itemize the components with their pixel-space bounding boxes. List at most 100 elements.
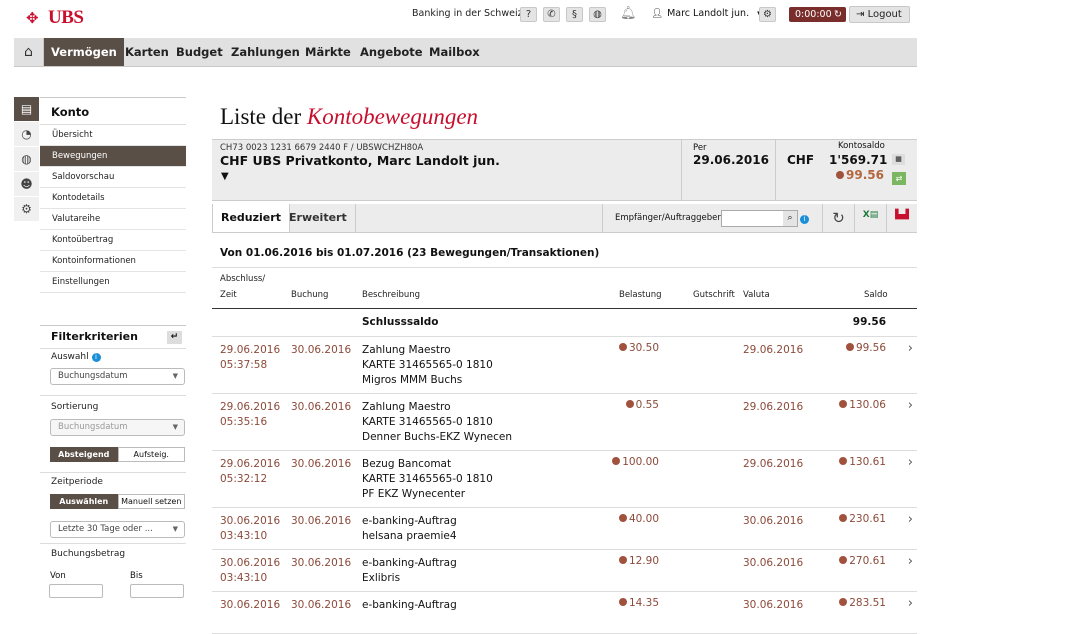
- row-time: 05:32:12: [220, 473, 268, 485]
- sidebar-item-uebersicht[interactable]: Übersicht: [40, 125, 186, 146]
- sidebar-item-saldovorschau[interactable]: Saldovorschau: [40, 167, 186, 188]
- period-manual-button[interactable]: Manuell setzen: [117, 494, 185, 509]
- sort-asc-button[interactable]: Aufsteig.: [117, 447, 185, 462]
- table-row[interactable]: 29.06.2016 05:37:58 30.06.2016 Zahlung Maes…: [212, 337, 917, 394]
- sidebar-item-kontoinformationen[interactable]: Kontoinformationen: [40, 251, 186, 272]
- user-menu[interactable]: 👤︎ Marc Landolt jun. ▼: [651, 8, 762, 19]
- table-row[interactable]: 30.06.2016 03:43:10 30.06.2016 e-banking-Au…: [212, 508, 917, 550]
- pending-icon: [618, 343, 627, 351]
- sidebar-item-einstellungen[interactable]: Einstellungen: [40, 272, 186, 293]
- closing-label: Schlusssaldo: [362, 316, 439, 328]
- logout-button[interactable]: ⇥ Logout: [849, 6, 910, 23]
- bis-input[interactable]: [130, 584, 184, 598]
- settings-icon[interactable]: ⚙: [14, 197, 39, 222]
- row-debit: 100.00: [612, 455, 659, 470]
- account-dropdown-icon[interactable]: ▼: [221, 171, 229, 182]
- table-row[interactable]: 29.06.2016 05:35:16 30.06.2016 Zahlung Maes…: [212, 394, 917, 451]
- chevron-right-icon[interactable]: ›: [908, 596, 913, 611]
- gear-icon[interactable]: ⚙: [759, 7, 776, 22]
- collapse-icon[interactable]: ↵: [167, 331, 182, 344]
- row-desc-line1: e-banking-Auftrag: [362, 557, 457, 569]
- sortierung-label: Sortierung: [51, 402, 99, 412]
- saldo-label: Kontosaldo: [838, 141, 885, 151]
- nav-item-maerkte[interactable]: Märkte: [298, 38, 358, 66]
- session-timer[interactable]: 0:00:00 ↻: [789, 7, 846, 22]
- period-mode-toggle: Auswählen Manuell setzen: [50, 494, 185, 509]
- pending-icon: [839, 514, 848, 522]
- row-desc-line1: Bezug Bancomat: [362, 458, 452, 470]
- sidebar-item-valutareihe[interactable]: Valutareihe: [40, 209, 186, 230]
- row-desc-line1: e-banking-Auftrag: [362, 515, 457, 527]
- search-input[interactable]: ⌕: [721, 210, 798, 227]
- von-input[interactable]: [49, 584, 103, 598]
- period-select[interactable]: Letzte 30 Tage oder ... ▼: [50, 521, 185, 538]
- globe-icon[interactable]: ◍: [14, 147, 39, 172]
- chevron-right-icon[interactable]: ›: [908, 455, 913, 470]
- info-icon[interactable]: i: [91, 353, 101, 362]
- logout-label: Logout: [867, 9, 902, 20]
- pending-icon: [839, 457, 848, 465]
- nav-item-angebote[interactable]: Angebote: [353, 38, 430, 66]
- row-desc-line3: Migros MMM Buchs: [362, 374, 463, 386]
- transfer-icon[interactable]: ⇄: [892, 172, 906, 185]
- tab-erweitert[interactable]: Erweitert: [281, 204, 356, 232]
- pie-chart-icon[interactable]: ◔: [14, 122, 39, 147]
- period-select-value: Letzte 30 Tage oder ...: [58, 524, 153, 534]
- bell-icon[interactable]: 🔔︎: [620, 6, 637, 21]
- search-icon[interactable]: ⌕: [783, 211, 797, 226]
- row-desc-line1: Zahlung Maestro: [362, 401, 451, 413]
- refresh-icon[interactable]: ↻: [823, 204, 854, 232]
- row-desc-line2: KARTE 31465565-0 1810: [362, 359, 493, 371]
- table-row[interactable]: 29.06.2016 05:32:12 30.06.2016 Bezug Bancom…: [212, 451, 917, 508]
- ubs-keys-icon: ✥: [26, 9, 39, 27]
- tab-reduziert[interactable]: Reduziert: [212, 204, 290, 232]
- account-iban: CH73 0023 1231 6679 2440 F / UBSWCHZH80A: [220, 143, 424, 153]
- legal-icon[interactable]: §: [566, 7, 583, 22]
- nav-item-zahlungen[interactable]: Zahlungen: [224, 38, 307, 66]
- betrag-label: Buchungsbetrag: [51, 549, 126, 559]
- sidebar-item-kontodetails[interactable]: Kontodetails: [40, 188, 186, 209]
- table-row[interactable]: 30.06.2016 03:43:10 30.06.2016 e-banking-Au…: [212, 550, 917, 592]
- row-saldo-value: 130.61: [849, 456, 886, 468]
- chevron-right-icon[interactable]: ›: [908, 398, 913, 413]
- ubs-logo[interactable]: ✥ UBS: [26, 7, 84, 29]
- col-abschluss: Abschluss/: [220, 274, 266, 284]
- pending-icon: [845, 343, 854, 351]
- help-icon[interactable]: ?: [520, 7, 537, 22]
- nav-item-karten[interactable]: Karten: [118, 38, 176, 66]
- excel-export-icon[interactable]: X▤: [855, 210, 886, 220]
- auswahl-select[interactable]: Buchungsdatum ▼: [50, 368, 185, 385]
- main-nav: ⌂ Vermögen Karten Budget Zahlungen Märkt…: [14, 38, 917, 67]
- row-time: 03:43:10: [220, 572, 268, 584]
- sidebar-item-bewegungen[interactable]: Bewegungen: [40, 146, 186, 167]
- row-desc-line2: Exlibris: [362, 572, 401, 584]
- region-link[interactable]: Banking in der Schweiz: [412, 8, 523, 19]
- top-bar: ✥ UBS Banking in der Schweiz ? ✆ § ◍ 🔔︎ …: [0, 0, 1070, 36]
- globe-icon[interactable]: ◍: [589, 7, 606, 22]
- row-debit: 14.35: [618, 596, 659, 611]
- nav-item-vermoegen[interactable]: Vermögen: [44, 38, 124, 66]
- chevron-right-icon[interactable]: ›: [908, 554, 913, 569]
- pdf-export-icon[interactable]: ▙▟: [887, 210, 917, 220]
- view-tabs: Reduziert Erweitert Empfänger/Auftraggeb…: [212, 204, 917, 233]
- row-booking-date: 30.06.2016: [291, 515, 352, 527]
- chevron-right-icon[interactable]: ›: [908, 341, 913, 356]
- col-valuta: Valuta: [743, 290, 770, 300]
- nav-item-mailbox[interactable]: Mailbox: [422, 38, 487, 66]
- info-icon[interactable]: i: [800, 215, 809, 224]
- chevron-right-icon[interactable]: ›: [908, 512, 913, 527]
- row-saldo-value: 270.61: [849, 555, 886, 567]
- sidebar-item-kontouebertrag[interactable]: Kontoübertrag: [40, 230, 186, 251]
- nav-item-budget[interactable]: Budget: [169, 38, 230, 66]
- home-icon[interactable]: ⌂: [14, 38, 44, 66]
- table-row[interactable]: 30.06.2016 30.06.2016 e-banking-Auftrag 14.…: [212, 592, 917, 634]
- calculator-icon[interactable]: ▦: [892, 154, 905, 165]
- period-select-button[interactable]: Auswählen: [50, 494, 118, 509]
- row-date: 30.06.2016: [220, 599, 281, 611]
- phone-icon[interactable]: ✆: [543, 7, 560, 22]
- pending-icon: [839, 556, 848, 564]
- sort-desc-button[interactable]: Absteigend: [50, 447, 118, 462]
- people-icon[interactable]: ☻: [14, 172, 39, 197]
- coins-icon[interactable]: ▤: [14, 97, 39, 122]
- auswahl-label: Auswahl i: [40, 352, 186, 362]
